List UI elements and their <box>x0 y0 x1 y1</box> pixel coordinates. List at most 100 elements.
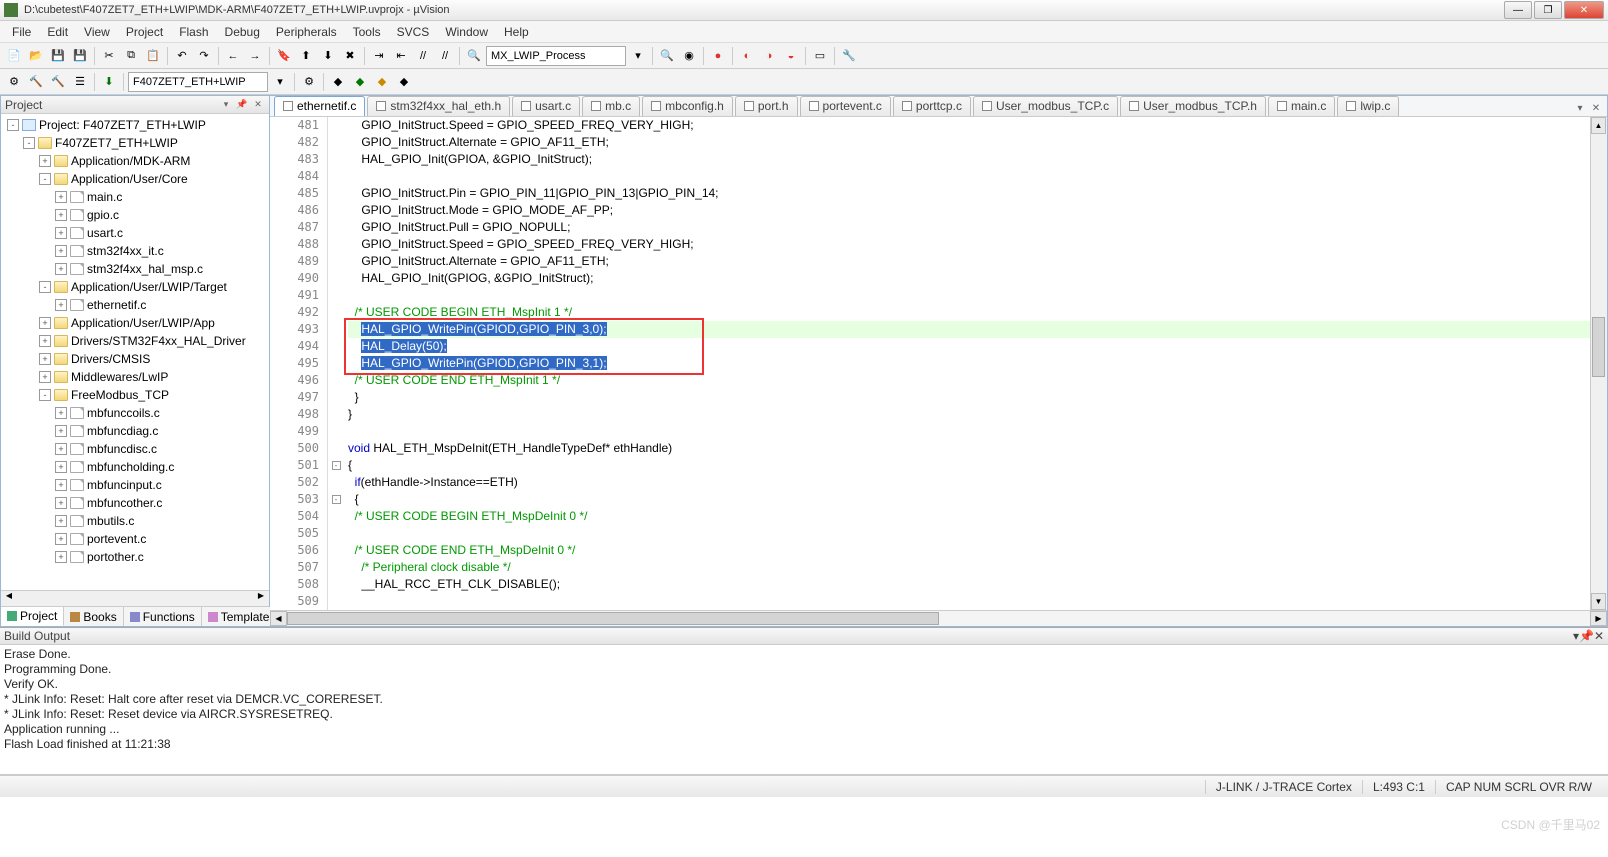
tabs-menu-icon[interactable]: ▾ <box>1573 102 1587 116</box>
menu-flash[interactable]: Flash <box>171 23 216 41</box>
panel-dropdown-icon[interactable]: ▾ <box>219 98 233 112</box>
debug-start-icon[interactable]: 🔍 <box>657 46 677 66</box>
tree-item[interactable]: +Drivers/STM32F4xx_HAL_Driver <box>1 332 269 350</box>
breakpoint-icon[interactable]: ◉ <box>679 46 699 66</box>
build-icon[interactable]: 🔨 <box>26 72 46 92</box>
pack-icon[interactable]: ◆ <box>350 72 370 92</box>
comment-icon[interactable]: // <box>413 46 433 66</box>
editor-hscroll[interactable]: ◀ ▶ <box>270 610 1607 626</box>
window-icon[interactable]: ▭ <box>810 46 830 66</box>
file-tab[interactable]: main.c <box>1268 96 1335 116</box>
editor-vscroll[interactable]: ▲ ▼ <box>1590 117 1607 610</box>
project-tree[interactable]: -Project: F407ZET7_ETH+LWIP-F407ZET7_ETH… <box>1 114 269 590</box>
tree-item[interactable]: +stm32f4xx_it.c <box>1 242 269 260</box>
menu-peripherals[interactable]: Peripherals <box>268 23 345 41</box>
target-combo[interactable]: F407ZET7_ETH+LWIP <box>128 72 268 92</box>
tree-item[interactable]: +mbfuncdisc.c <box>1 440 269 458</box>
menu-file[interactable]: File <box>4 23 39 41</box>
batch-build-icon[interactable]: ☰ <box>70 72 90 92</box>
tree-item[interactable]: -FreeModbus_TCP <box>1 386 269 404</box>
build-pin-icon[interactable]: 📌 <box>1579 629 1594 643</box>
code-view[interactable]: 4814824834844854864874884894904914924934… <box>270 117 1590 610</box>
menu-edit[interactable]: Edit <box>39 23 76 41</box>
tree-item[interactable]: +portevent.c <box>1 530 269 548</box>
tree-item[interactable]: +Middlewares/LwIP <box>1 368 269 386</box>
step-icon[interactable]: ◑ <box>759 46 779 66</box>
tree-item[interactable]: -Project: F407ZET7_ETH+LWIP <box>1 116 269 134</box>
cut-icon[interactable]: ✂ <box>99 46 119 66</box>
redo-icon[interactable]: ↷ <box>194 46 214 66</box>
build-close-icon[interactable]: ✕ <box>1594 629 1604 643</box>
panel-tab-project[interactable]: Project <box>1 607 64 626</box>
tree-item[interactable]: -Application/User/Core <box>1 170 269 188</box>
code-body[interactable]: GPIO_InitStruct.Speed = GPIO_SPEED_FREQ_… <box>344 117 1590 610</box>
outdent-icon[interactable]: ⇤ <box>391 46 411 66</box>
undo-icon[interactable]: ↶ <box>172 46 192 66</box>
find-icon[interactable]: 🔍 <box>464 46 484 66</box>
panel-tab-functions[interactable]: Functions <box>124 607 202 626</box>
pack3-icon[interactable]: ◆ <box>394 72 414 92</box>
open-icon[interactable]: 📂 <box>26 46 46 66</box>
file-tab[interactable]: User_modbus_TCP.c <box>973 96 1118 116</box>
target-dropdown-icon[interactable]: ▾ <box>270 72 290 92</box>
tree-item[interactable]: +mbfuncinput.c <box>1 476 269 494</box>
uncomment-icon[interactable]: // <box>435 46 455 66</box>
file-tab[interactable]: mbconfig.h <box>642 96 733 116</box>
tree-item[interactable]: +portother.c <box>1 548 269 566</box>
fold-column[interactable]: -- <box>328 117 344 610</box>
minimize-button[interactable]: — <box>1504 1 1532 19</box>
find-combo[interactable]: MX_LWIP_Process <box>486 46 626 66</box>
stop-icon[interactable]: ◐ <box>737 46 757 66</box>
tree-item[interactable]: +Application/MDK-ARM <box>1 152 269 170</box>
bookmark-next-icon[interactable]: ⬇ <box>318 46 338 66</box>
tree-item[interactable]: +main.c <box>1 188 269 206</box>
tree-item[interactable]: +gpio.c <box>1 206 269 224</box>
save-icon[interactable]: 💾 <box>48 46 68 66</box>
paste-icon[interactable]: 📋 <box>143 46 163 66</box>
new-icon[interactable]: 📄 <box>4 46 24 66</box>
translate-icon[interactable]: ⚙ <box>4 72 24 92</box>
bookmark-clear-icon[interactable]: ✖ <box>340 46 360 66</box>
tree-item[interactable]: -F407ZET7_ETH+LWIP <box>1 134 269 152</box>
pack2-icon[interactable]: ◆ <box>372 72 392 92</box>
download-icon[interactable]: ⬇ <box>99 72 119 92</box>
indent-icon[interactable]: ⇥ <box>369 46 389 66</box>
tree-item[interactable]: +mbfuncholding.c <box>1 458 269 476</box>
file-tab[interactable]: portevent.c <box>800 96 891 116</box>
tree-item[interactable]: +mbfuncother.c <box>1 494 269 512</box>
run-icon[interactable]: ● <box>708 46 728 66</box>
file-tab[interactable]: User_modbus_TCP.h <box>1120 96 1266 116</box>
file-tab[interactable]: mb.c <box>582 96 640 116</box>
menu-project[interactable]: Project <box>118 23 171 41</box>
tree-item[interactable]: +Application/User/LWIP/App <box>1 314 269 332</box>
nav-back-icon[interactable]: ← <box>223 46 243 66</box>
rebuild-icon[interactable]: 🔨 <box>48 72 68 92</box>
build-output[interactable]: Erase Done.Programming Done.Verify OK.* … <box>0 645 1608 775</box>
menu-help[interactable]: Help <box>496 23 537 41</box>
copy-icon[interactable]: ⧉ <box>121 46 141 66</box>
panel-close-icon[interactable]: ✕ <box>251 98 265 112</box>
close-button[interactable]: ✕ <box>1564 1 1604 19</box>
menu-svcs[interactable]: SVCS <box>389 23 438 41</box>
bookmark-icon[interactable]: 🔖 <box>274 46 294 66</box>
file-tab[interactable]: porttcp.c <box>893 96 971 116</box>
tree-item[interactable]: +stm32f4xx_hal_msp.c <box>1 260 269 278</box>
step-over-icon[interactable]: ◒ <box>781 46 801 66</box>
bookmark-prev-icon[interactable]: ⬆ <box>296 46 316 66</box>
tree-item[interactable]: +usart.c <box>1 224 269 242</box>
menu-window[interactable]: Window <box>437 23 496 41</box>
file-tab[interactable]: ethernetif.c <box>274 96 365 116</box>
file-tab[interactable]: usart.c <box>512 96 580 116</box>
tree-item[interactable]: -Application/User/LWIP/Target <box>1 278 269 296</box>
tree-hscroll[interactable]: ◀ ▶ <box>1 590 269 606</box>
tree-item[interactable]: +ethernetif.c <box>1 296 269 314</box>
tree-item[interactable]: +Drivers/CMSIS <box>1 350 269 368</box>
panel-tab-books[interactable]: Books <box>64 607 123 626</box>
file-tab[interactable]: stm32f4xx_hal_eth.h <box>367 96 510 116</box>
save-all-icon[interactable]: 💾 <box>70 46 90 66</box>
nav-fwd-icon[interactable]: → <box>245 46 265 66</box>
find-dropdown-icon[interactable]: ▾ <box>628 46 648 66</box>
tree-item[interactable]: +mbutils.c <box>1 512 269 530</box>
tree-item[interactable]: +mbfunccoils.c <box>1 404 269 422</box>
tabs-close-icon[interactable]: ✕ <box>1589 102 1603 116</box>
